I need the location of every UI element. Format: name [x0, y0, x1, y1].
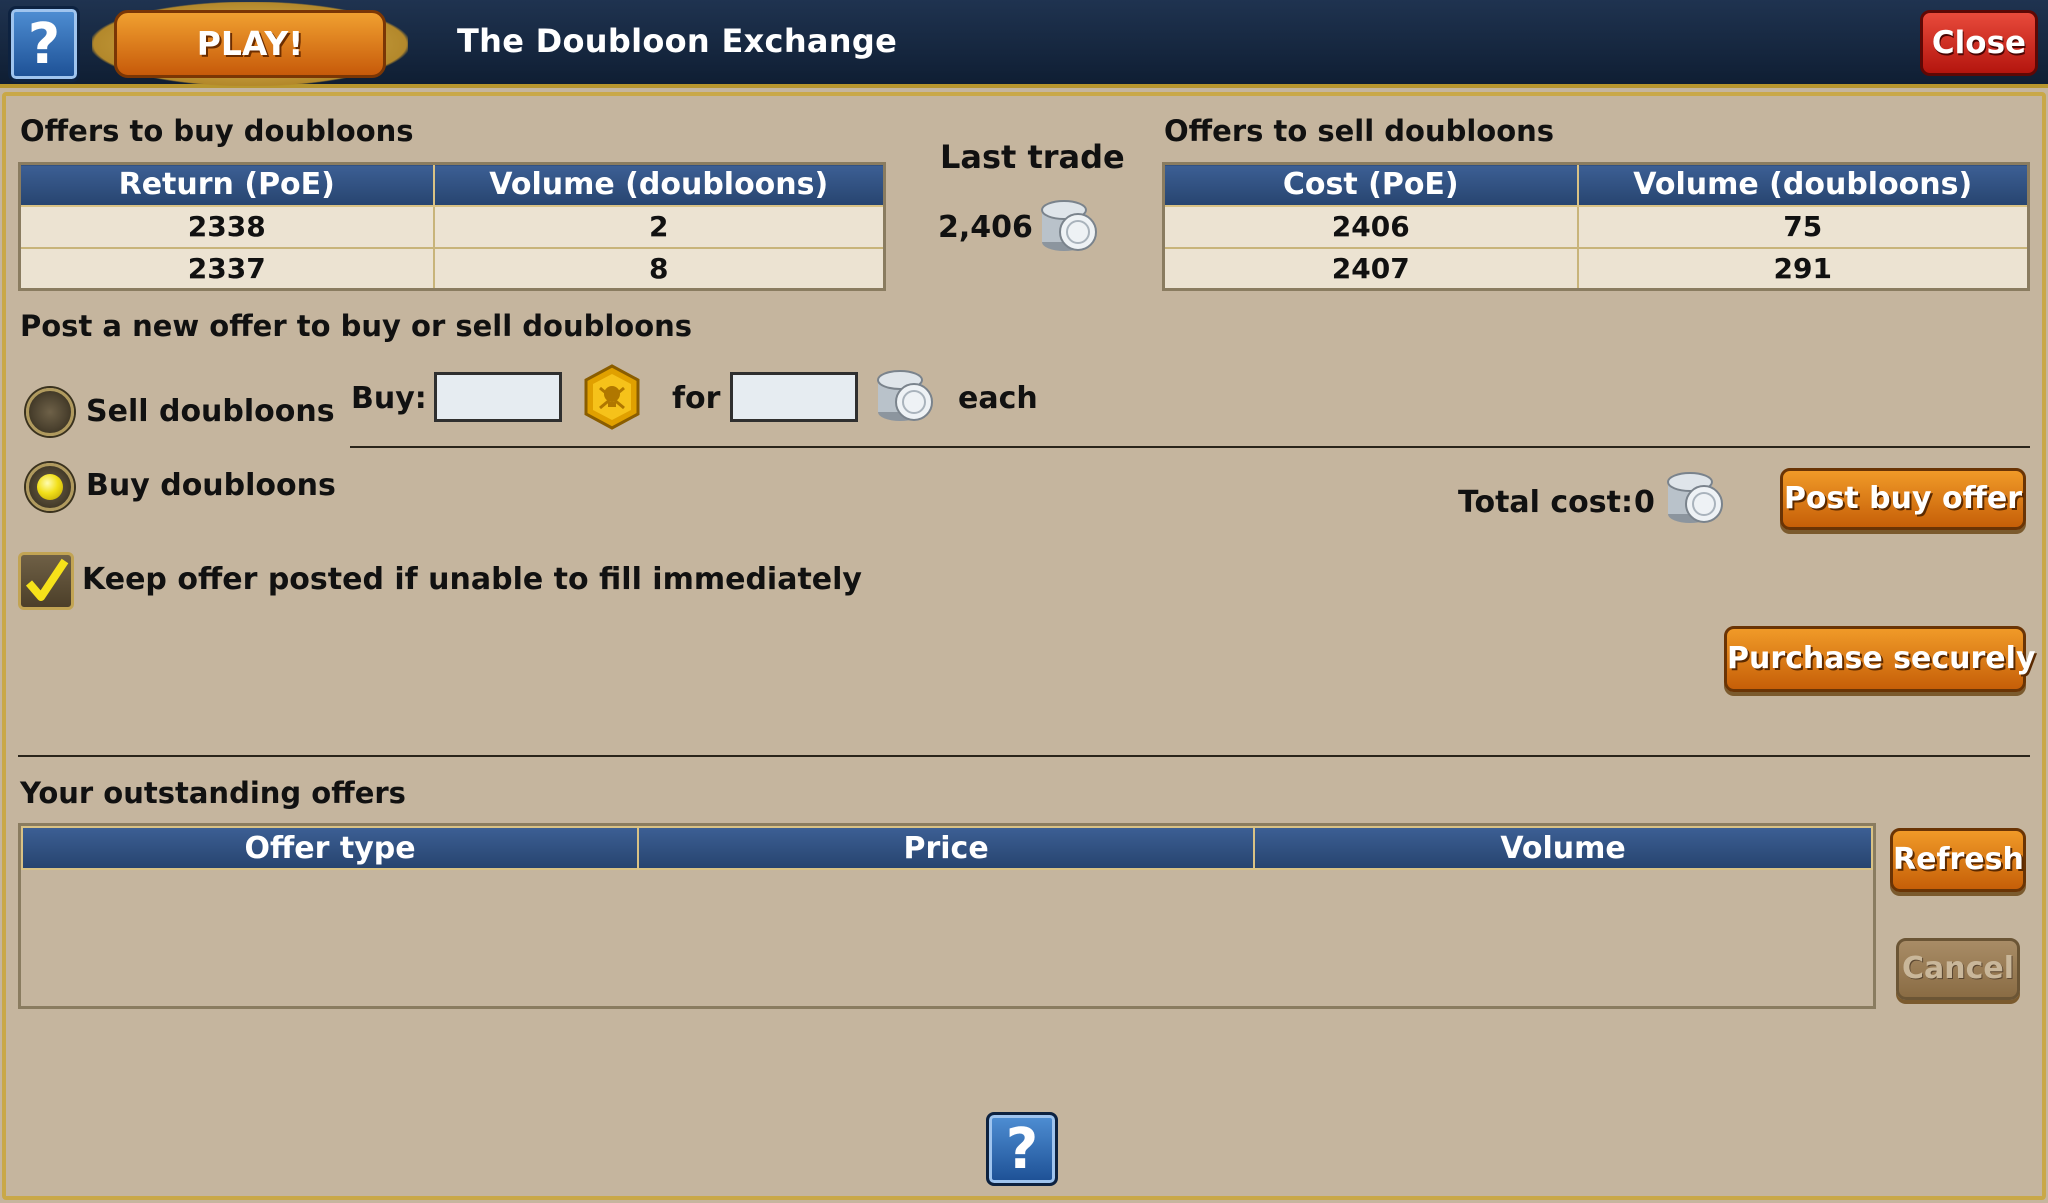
divider: [350, 446, 2030, 448]
outstanding-offers-table: Offer type Price Volume: [18, 823, 1876, 1009]
column-header-volume: Volume (doubloons): [432, 162, 886, 207]
question-mark-icon: ?: [1005, 1117, 1039, 1182]
purchase-securely-button[interactable]: Purchase securely: [1724, 626, 2036, 692]
top-bar: ? PLAY! The Doubloon Exchange Close: [0, 0, 2048, 88]
volume-cell: 291: [1576, 246, 2030, 291]
checkmark-icon: [25, 558, 69, 601]
sell-doubloons-radio[interactable]: [26, 388, 74, 436]
price-cell: 2406: [1162, 204, 1579, 249]
outstanding-offers-title: Your outstanding offers: [20, 776, 406, 810]
column-header-volume: Volume: [1253, 826, 1873, 870]
table-header-row: Cost (PoE) Volume (doubloons): [1162, 162, 2030, 207]
play-button-frame: PLAY!: [92, 2, 408, 86]
table-row[interactable]: 2337 8: [18, 246, 886, 291]
sell-doubloons-label[interactable]: Sell doubloons: [86, 394, 335, 429]
total-cost-value: 0: [1634, 485, 1655, 520]
table-header-row: Offer type Price Volume: [20, 826, 1873, 870]
post-buy-offer-button[interactable]: Post buy offer: [1780, 468, 2026, 530]
buy-doubloons-label[interactable]: Buy doubloons: [86, 468, 336, 503]
refresh-button[interactable]: Refresh: [1890, 828, 2026, 892]
outstanding-offers-grid: Offer type Price Volume: [20, 826, 1873, 870]
divider: [18, 755, 2030, 757]
page-title: The Doubloon Exchange: [457, 22, 898, 60]
buy-offers-table: Return (PoE) Volume (doubloons) 2338 2 2…: [18, 162, 886, 291]
price-cell: 2407: [1162, 246, 1579, 291]
each-label: each: [958, 381, 1038, 416]
table-header-row: Return (PoE) Volume (doubloons): [18, 162, 886, 207]
sell-offers-table: Cost (PoE) Volume (doubloons) 2406 75 24…: [1162, 162, 2030, 291]
volume-cell: 75: [1576, 204, 2030, 249]
column-header-cost: Cost (PoE): [1162, 162, 1579, 207]
price-input[interactable]: [730, 372, 858, 422]
last-trade-value: 2,406: [938, 210, 1033, 245]
buy-doubloons-radio[interactable]: [26, 463, 74, 511]
close-button[interactable]: Close: [1920, 10, 2038, 76]
new-offer-title: Post a new offer to buy or sell doubloon…: [20, 309, 693, 343]
table-row[interactable]: 2407 291: [1162, 246, 2030, 291]
last-trade-label: Last trade: [940, 138, 1125, 176]
table-row[interactable]: 2406 75: [1162, 204, 2030, 249]
quantity-input[interactable]: [434, 372, 562, 422]
footer-help-button[interactable]: ?: [986, 1112, 1058, 1186]
volume-cell: 2: [432, 204, 886, 249]
cancel-button[interactable]: Cancel: [1896, 938, 2020, 1000]
column-header-offer-type: Offer type: [20, 826, 640, 870]
sell-offers-title: Offers to sell doubloons: [1164, 114, 1555, 148]
table-row[interactable]: 2338 2: [18, 204, 886, 249]
gold-doubloon-icon: [584, 364, 640, 430]
buy-offers-title: Offers to buy doubloons: [20, 114, 414, 148]
silver-coin-stack-icon: [1667, 472, 1723, 523]
help-button[interactable]: ?: [8, 6, 80, 82]
silver-coin-stack-icon: [1041, 200, 1097, 251]
column-header-return: Return (PoE): [18, 162, 435, 207]
buy-prefix-label: Buy:: [351, 381, 427, 416]
for-label: for: [672, 381, 721, 416]
question-mark-icon: ?: [27, 12, 61, 77]
volume-cell: 8: [432, 246, 886, 291]
column-header-volume: Volume (doubloons): [1576, 162, 2030, 207]
keep-posted-label[interactable]: Keep offer posted if unable to fill imme…: [82, 562, 862, 597]
silver-coin-stack-icon: [877, 370, 933, 421]
price-cell: 2337: [18, 246, 435, 291]
column-header-price: Price: [637, 826, 1256, 870]
total-cost-label: Total cost:: [1458, 485, 1633, 520]
keep-posted-checkbox[interactable]: [18, 552, 74, 610]
price-cell: 2338: [18, 204, 435, 249]
play-button[interactable]: PLAY!: [114, 10, 386, 78]
